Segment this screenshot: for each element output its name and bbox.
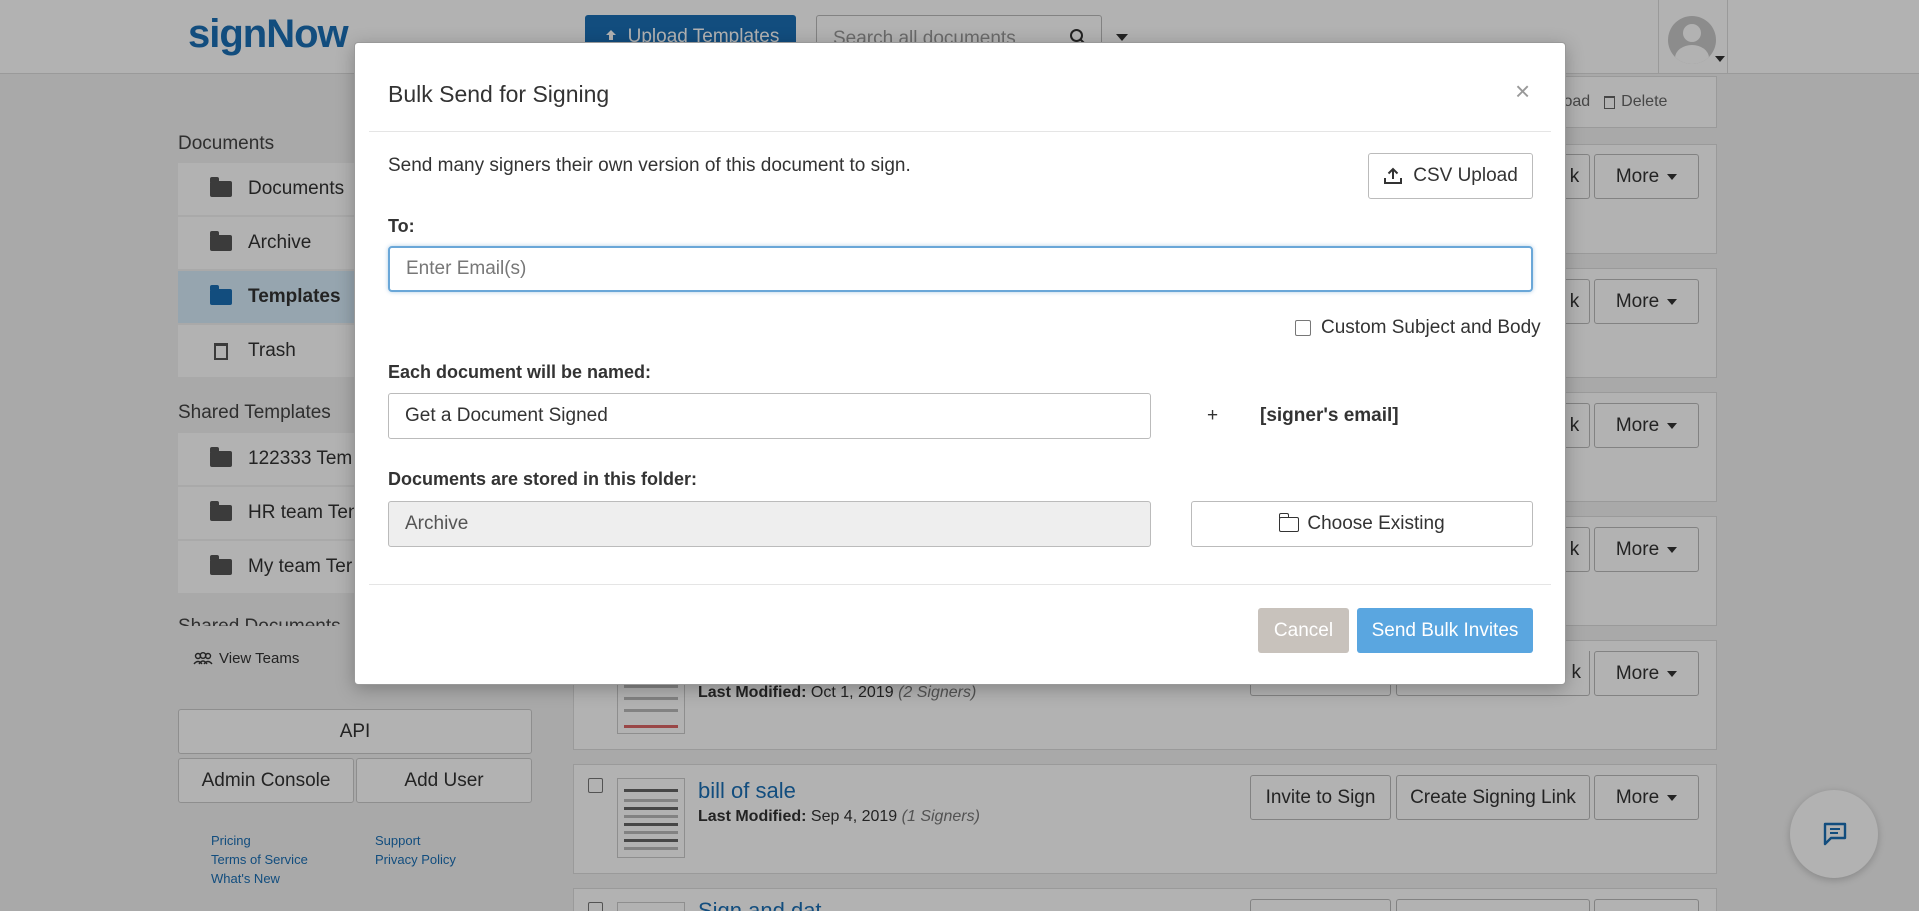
modal-title: Bulk Send for Signing bbox=[388, 81, 610, 107]
close-icon[interactable]: × bbox=[1515, 76, 1530, 107]
custom-subject-checkbox[interactable] bbox=[1295, 320, 1311, 336]
send-bulk-invites-button[interactable]: Send Bulk Invites bbox=[1357, 608, 1533, 653]
folder-input bbox=[388, 501, 1151, 547]
choose-existing-button[interactable]: Choose Existing bbox=[1191, 501, 1533, 547]
bulk-send-modal: Bulk Send for Signing × Send many signer… bbox=[354, 42, 1566, 685]
to-label: To: bbox=[388, 216, 415, 236]
csv-upload-button[interactable]: CSV Upload bbox=[1368, 153, 1533, 199]
email-input[interactable] bbox=[388, 246, 1533, 292]
modal-description: Send many signers their own version of t… bbox=[388, 155, 911, 176]
folder-icon bbox=[1278, 512, 1300, 532]
signer-email-token: [signer's email] bbox=[1260, 405, 1399, 426]
cancel-button[interactable]: Cancel bbox=[1258, 608, 1349, 653]
custom-subject-option[interactable]: Custom Subject and Body bbox=[1295, 317, 1541, 339]
upload-icon bbox=[1384, 167, 1403, 184]
plus-sign: + bbox=[1207, 405, 1219, 426]
modal-footer-divider bbox=[369, 584, 1551, 585]
custom-subject-label: Custom Subject and Body bbox=[1321, 317, 1541, 338]
folder-label: Documents are stored in this folder: bbox=[388, 469, 698, 489]
document-name-input[interactable] bbox=[388, 393, 1151, 439]
choose-existing-label: Choose Existing bbox=[1307, 513, 1445, 534]
modal-header-divider bbox=[369, 131, 1551, 132]
csv-upload-label: CSV Upload bbox=[1413, 165, 1518, 186]
document-name-label: Each document will be named: bbox=[388, 362, 652, 382]
